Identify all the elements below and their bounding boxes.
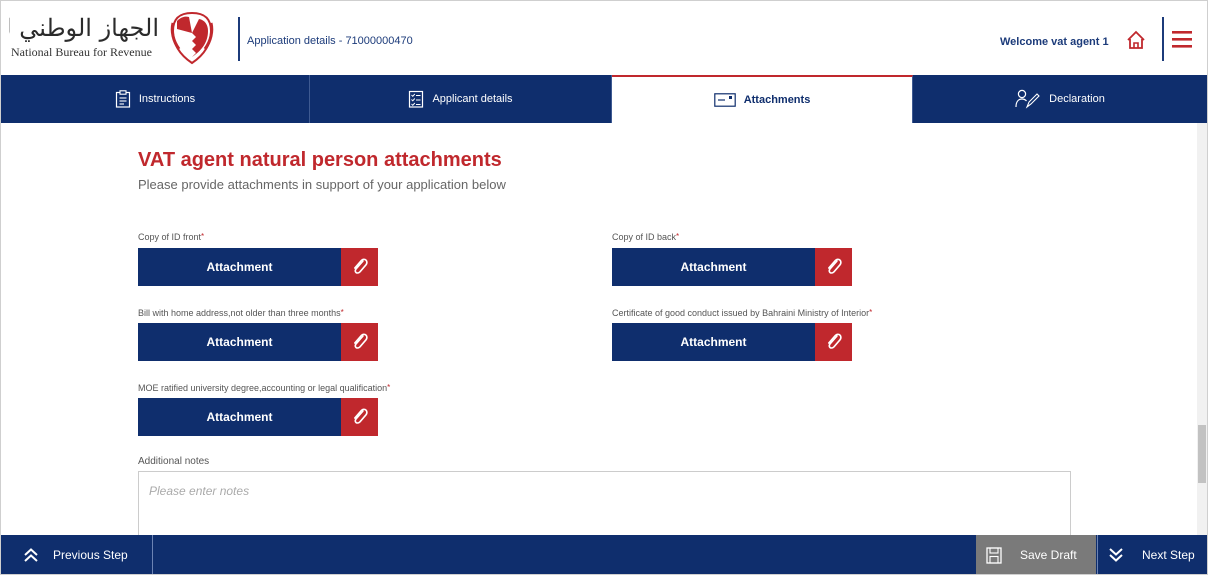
page-subtitle: Please provide attachments in support of… bbox=[138, 177, 506, 192]
previous-step-label: Previous Step bbox=[53, 548, 128, 562]
attachment-button-label: Attachment bbox=[138, 398, 341, 436]
header-divider bbox=[238, 17, 240, 61]
field-label-id-back: Copy of ID back* bbox=[612, 232, 680, 242]
save-draft-button[interactable]: Save Draft bbox=[976, 535, 1096, 574]
required-mark: * bbox=[201, 232, 205, 241]
required-mark: * bbox=[869, 308, 873, 317]
required-mark: * bbox=[340, 308, 344, 317]
paperclip-icon[interactable] bbox=[815, 248, 852, 286]
next-step-label: Next Step bbox=[1142, 548, 1195, 562]
tab-declaration[interactable]: Declaration bbox=[913, 75, 1207, 123]
notes-label: Additional notes bbox=[138, 456, 210, 467]
attachment-button-label: Attachment bbox=[138, 323, 341, 361]
field-label-university-degree: MOE ratified university degree,accountin… bbox=[138, 383, 391, 393]
attachment-card-icon bbox=[713, 93, 736, 107]
paperclip-icon[interactable] bbox=[341, 398, 378, 436]
home-icon[interactable] bbox=[1125, 29, 1147, 51]
menu-divider bbox=[1162, 17, 1164, 61]
logo-english-text: National Bureau for Revenue bbox=[11, 45, 152, 59]
previous-step-button[interactable]: Previous Step bbox=[1, 535, 153, 574]
tab-label: Attachments bbox=[743, 94, 811, 106]
footer-nav: Previous Step Save Draft Next Step bbox=[1, 535, 1207, 574]
save-floppy-icon bbox=[986, 546, 1002, 564]
university-degree-attachment-button[interactable]: Attachment bbox=[138, 398, 378, 436]
home-address-bill-attachment-button[interactable]: Attachment bbox=[138, 323, 378, 361]
hamburger-menu-icon[interactable] bbox=[1171, 29, 1193, 49]
attachment-button-label: Attachment bbox=[138, 248, 341, 286]
bahrain-emblem-icon bbox=[170, 11, 214, 65]
tab-label: Declaration bbox=[1049, 93, 1105, 105]
vertical-scrollbar[interactable] bbox=[1197, 123, 1207, 535]
clipboard-icon bbox=[115, 90, 130, 108]
required-mark: * bbox=[387, 383, 391, 392]
person-pen-icon bbox=[1015, 89, 1040, 109]
app-window: الجهاز الوطني للإيرادات National Bureau … bbox=[0, 0, 1208, 575]
scrollbar-thumb[interactable] bbox=[1198, 425, 1206, 483]
attachment-button-label: Attachment bbox=[612, 248, 815, 286]
tab-applicant-details[interactable]: Applicant details bbox=[310, 75, 612, 123]
field-label-id-front: Copy of ID front* bbox=[138, 232, 205, 242]
field-label-home-address-bill: Bill with home address,not older than th… bbox=[138, 308, 344, 318]
field-label-good-conduct-certificate: Certificate of good conduct issued by Ba… bbox=[612, 308, 873, 318]
tab-label: Applicant details bbox=[432, 93, 513, 105]
attachment-button-label: Attachment bbox=[612, 323, 815, 361]
step-tabs: Instructions Applicant details Attachmen… bbox=[1, 75, 1207, 123]
nbr-logo[interactable]: الجهاز الوطني للإيرادات National Bureau … bbox=[9, 9, 233, 65]
save-draft-label: Save Draft bbox=[1020, 548, 1077, 562]
required-mark: * bbox=[676, 232, 680, 241]
id-front-attachment-button[interactable]: Attachment bbox=[138, 248, 378, 286]
double-chevron-down-icon bbox=[1109, 548, 1123, 562]
paperclip-icon[interactable] bbox=[341, 323, 378, 361]
application-title: Application details - 71000000470 bbox=[247, 35, 413, 47]
additional-notes-textarea[interactable] bbox=[138, 471, 1071, 535]
logo-arabic-text: الجهاز الوطني للإيرادات bbox=[9, 14, 159, 42]
paperclip-icon[interactable] bbox=[341, 248, 378, 286]
next-step-button[interactable]: Next Step bbox=[1097, 535, 1207, 574]
welcome-text: Welcome vat agent 1 bbox=[1000, 36, 1109, 48]
tab-label: Instructions bbox=[138, 93, 196, 105]
page-title: VAT agent natural person attachments bbox=[138, 149, 502, 171]
good-conduct-certificate-attachment-button[interactable]: Attachment bbox=[612, 323, 852, 361]
double-chevron-up-icon bbox=[24, 548, 38, 562]
header: الجهاز الوطني للإيرادات National Bureau … bbox=[1, 1, 1207, 75]
id-back-attachment-button[interactable]: Attachment bbox=[612, 248, 852, 286]
paperclip-icon[interactable] bbox=[815, 323, 852, 361]
tab-instructions[interactable]: Instructions bbox=[1, 75, 310, 123]
checklist-icon bbox=[409, 90, 424, 108]
attachments-form: VAT agent natural person attachments Ple… bbox=[1, 123, 1197, 535]
tab-attachments[interactable]: Attachments bbox=[612, 75, 913, 123]
